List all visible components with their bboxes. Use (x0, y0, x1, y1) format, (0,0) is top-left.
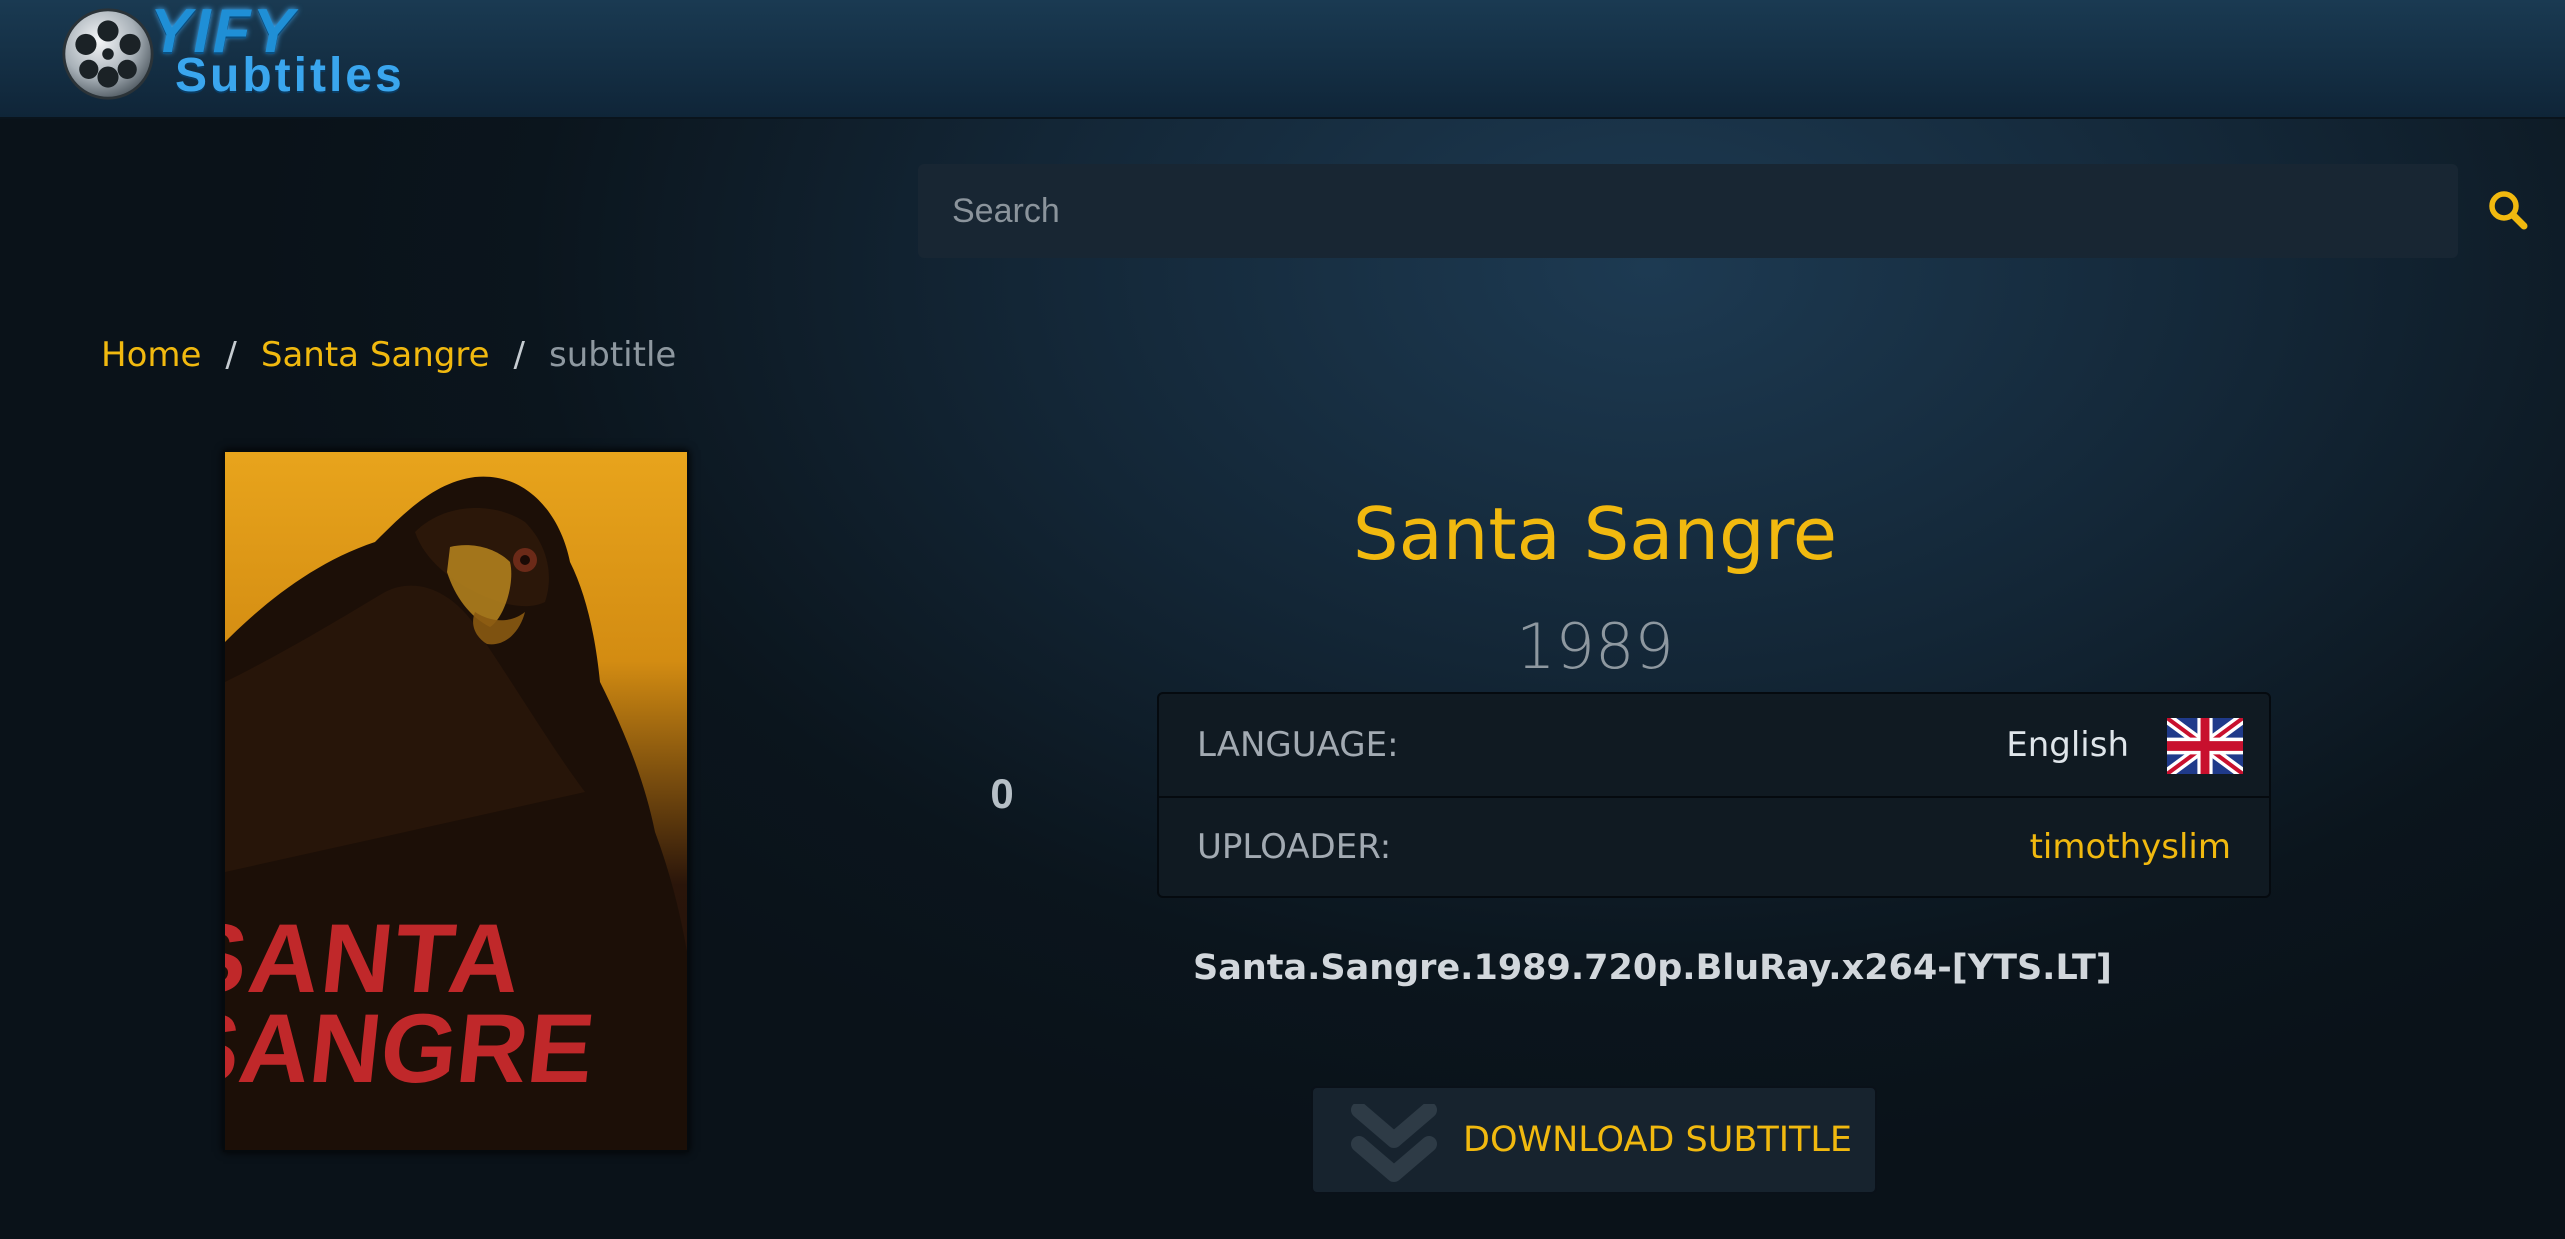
site-logo[interactable]: YIFY Subtitles (60, 0, 460, 110)
download-subtitle-label: DOWNLOAD SUBTITLE (1463, 1120, 1853, 1160)
uk-flag-icon (2167, 718, 2243, 774)
language-label: LANGUAGE: (1197, 725, 1399, 765)
uploader-label: UPLOADER: (1197, 827, 1392, 867)
breadcrumb-separator: / (513, 335, 525, 375)
poster-title-art: SANTA SANGRE (225, 903, 599, 1103)
rating-value: 0 (990, 770, 1014, 817)
breadcrumb-movie-link[interactable]: Santa Sangre (261, 335, 490, 375)
breadcrumb-separator: / (225, 335, 237, 375)
poster-title-line2: SANGRE (225, 993, 599, 1103)
site-header: YIFY Subtitles (0, 0, 2565, 119)
subtitle-info-table: LANGUAGE: English UPLOADER: timothyslim (1157, 692, 2271, 898)
movie-year: 1989 (1516, 610, 1674, 683)
logo-text-subtitles: Subtitles (175, 49, 405, 102)
breadcrumb-current: subtitle (548, 335, 677, 375)
search-icon[interactable] (2484, 186, 2534, 236)
release-name: Santa.Sangre.1989.720p.BluRay.x264-[YTS.… (1193, 948, 2112, 988)
movie-poster: SANTA SANGRE (223, 450, 689, 1152)
breadcrumb-home-link[interactable]: Home (101, 335, 201, 375)
uploader-row: UPLOADER: timothyslim (1159, 796, 2269, 898)
double-chevron-down-icon (1351, 1104, 1437, 1182)
language-row: LANGUAGE: English (1159, 694, 2269, 798)
language-value: English (2006, 725, 2129, 765)
download-subtitle-button[interactable]: DOWNLOAD SUBTITLE (1311, 1086, 1877, 1194)
movie-title: Santa Sangre (1352, 492, 1838, 576)
film-reel-icon (62, 8, 154, 100)
search-input[interactable] (918, 164, 2458, 258)
uploader-link[interactable]: timothyslim (2030, 827, 2231, 867)
breadcrumb: Home / Santa Sangre / subtitle (101, 330, 676, 380)
